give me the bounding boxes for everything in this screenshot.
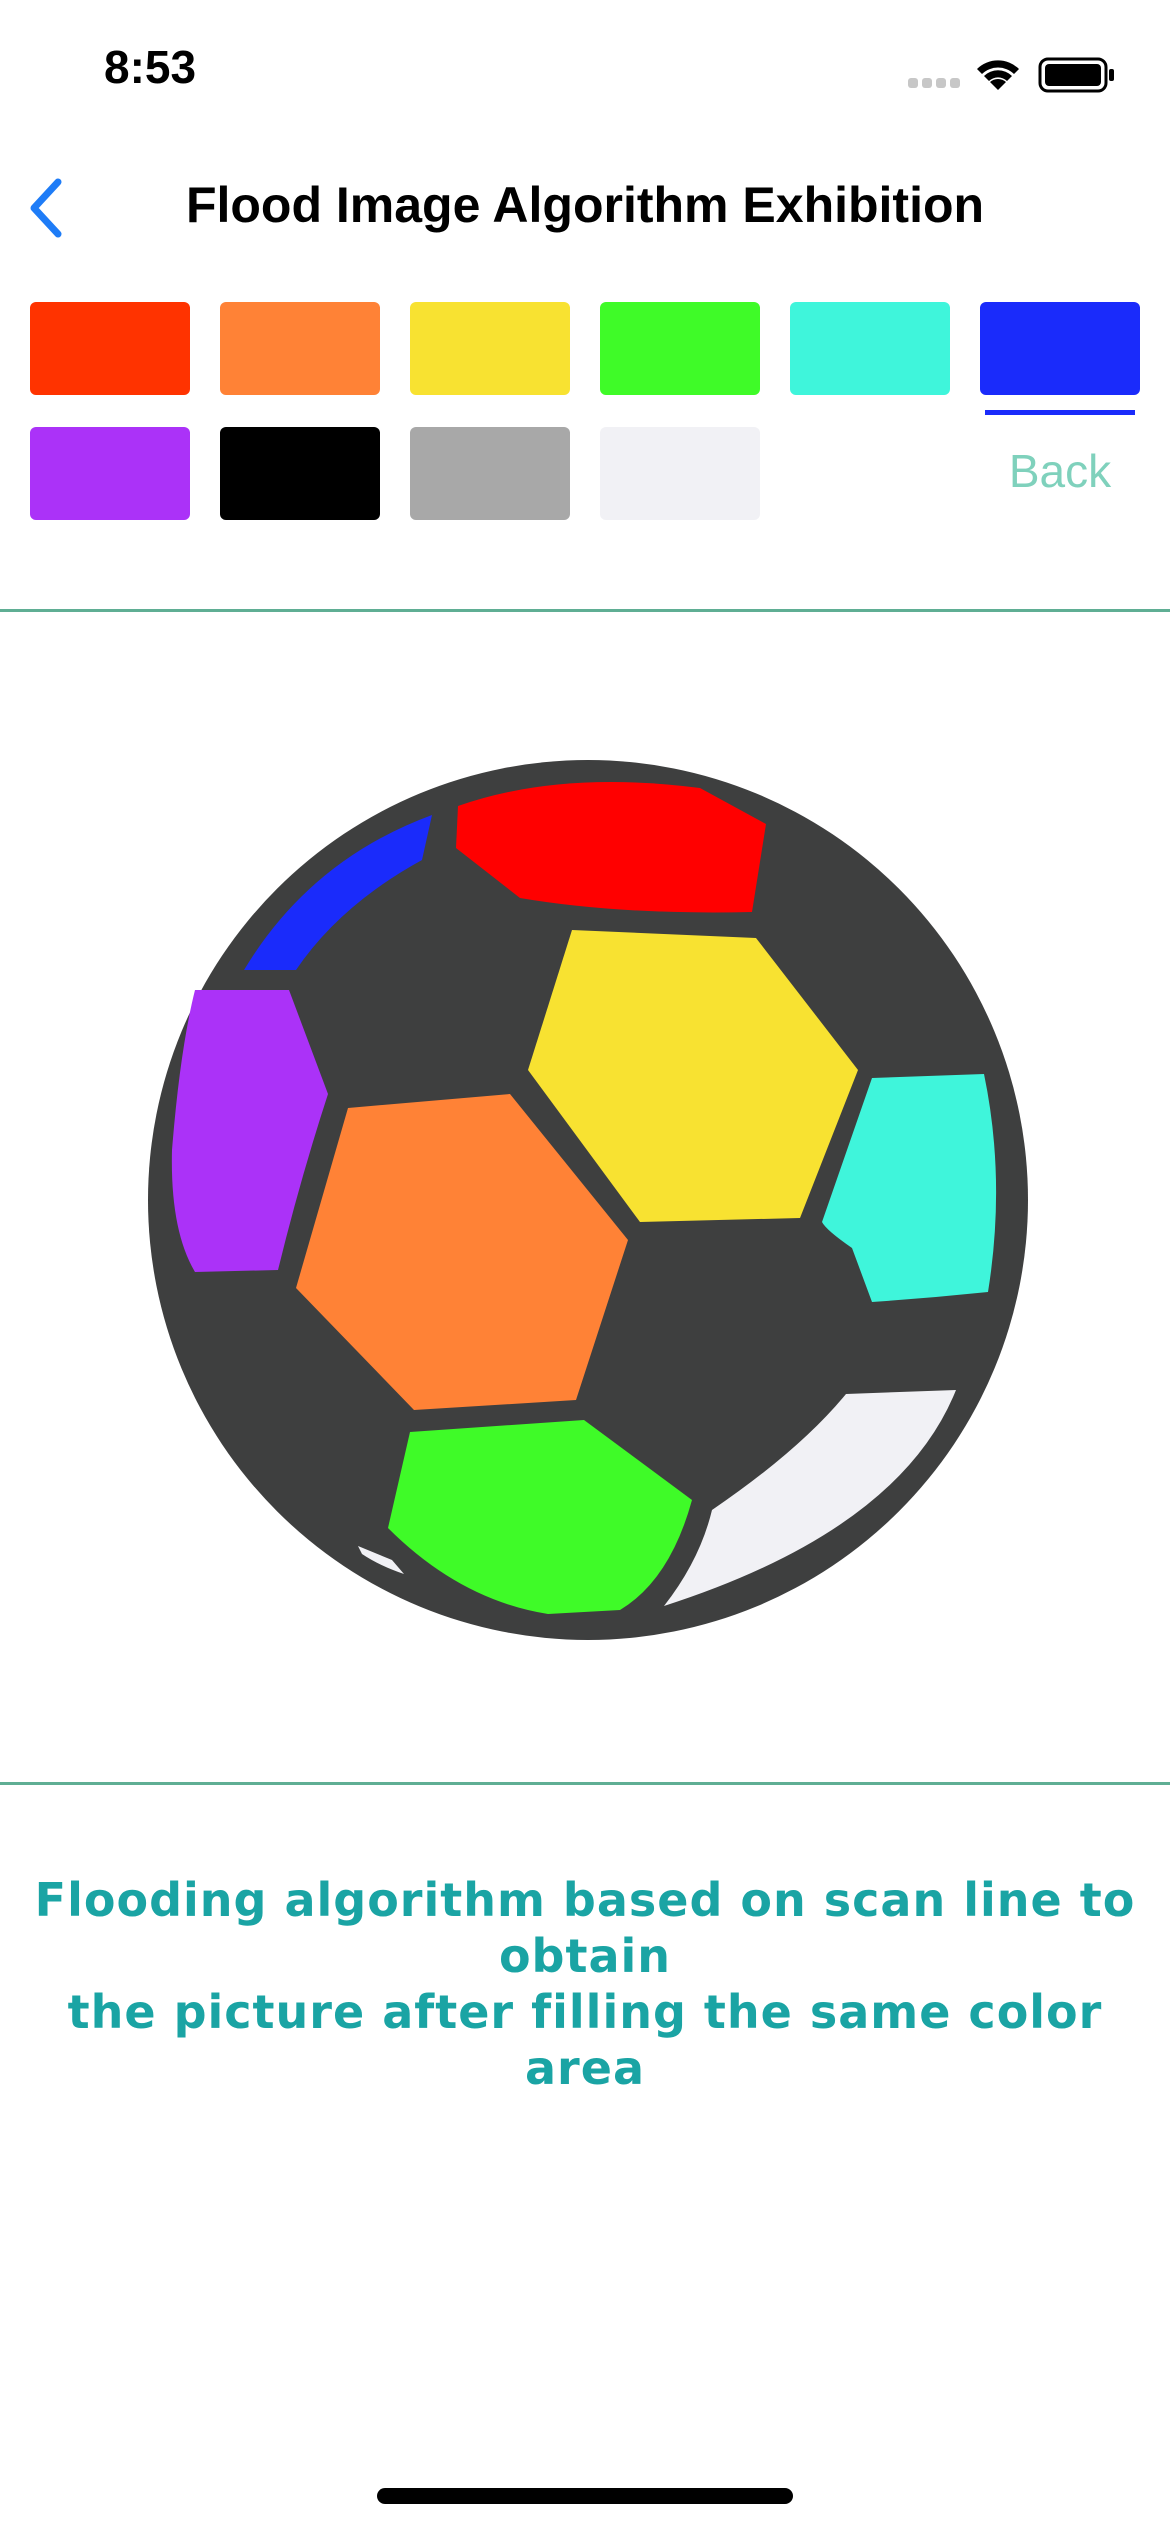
- cellular-dots-icon: [908, 78, 960, 88]
- flood-fill-canvas[interactable]: [0, 612, 1170, 1782]
- swatch-black[interactable]: [220, 427, 380, 520]
- swatch-purple[interactable]: [30, 427, 190, 520]
- battery-icon: [1038, 57, 1114, 93]
- algorithm-caption: Flooding algorithm based on scan line to…: [0, 1872, 1170, 2096]
- selected-swatch-indicator: [985, 410, 1135, 415]
- page-title: Flood Image Algorithm Exhibition: [185, 177, 985, 233]
- swatch-yellow[interactable]: [410, 302, 570, 395]
- home-indicator[interactable]: [377, 2488, 793, 2504]
- swatch-orange[interactable]: [220, 302, 380, 395]
- status-time: 8:53: [104, 41, 197, 93]
- swatch-white[interactable]: [600, 427, 760, 520]
- swatch-green[interactable]: [600, 302, 760, 395]
- caption-line-1: Flooding algorithm based on scan line to…: [34, 1873, 1136, 1983]
- caption-line-2: the picture after filling the same color…: [67, 1985, 1103, 2095]
- swatch-red[interactable]: [30, 302, 190, 395]
- swatch-gray[interactable]: [410, 427, 570, 520]
- back-button[interactable]: Back: [960, 444, 1160, 498]
- status-icons: [908, 57, 1114, 93]
- swatch-cyan[interactable]: [790, 302, 950, 395]
- swatch-blue[interactable]: [980, 302, 1140, 395]
- bottom-divider: [0, 1782, 1170, 1785]
- wifi-icon: [977, 60, 1019, 90]
